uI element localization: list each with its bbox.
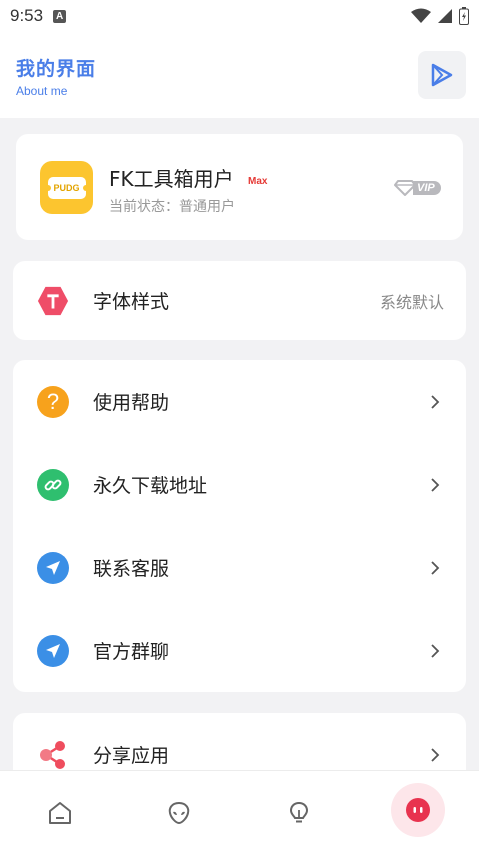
- play-store-button[interactable]: [418, 51, 466, 99]
- nav-explore[interactable]: [151, 785, 207, 841]
- alien-icon: [168, 801, 190, 825]
- send-icon: [37, 634, 69, 667]
- page-title: 我的界面: [16, 58, 97, 80]
- page-subtitle: About me: [16, 84, 68, 98]
- nav-home[interactable]: [32, 785, 88, 841]
- nav-profile[interactable]: [391, 783, 445, 837]
- menu-item-download[interactable]: 永久下载地址: [13, 443, 466, 526]
- font-icon: [37, 285, 69, 317]
- menu-item-label: 官方群聊: [93, 641, 170, 663]
- help-icon: ?: [37, 385, 69, 418]
- menu-item-group[interactable]: 官方群聊: [13, 609, 466, 692]
- menu-item-label: 分享应用: [93, 745, 170, 767]
- play-icon: [431, 63, 453, 87]
- font-style-label: 字体样式: [93, 291, 170, 313]
- profile-card[interactable]: PUDG FK工具箱用户 Max 当前状态：普通用户 VIP: [16, 134, 463, 240]
- font-style-card[interactable]: 字体样式 系统默认: [13, 261, 466, 340]
- vip-label: VIP: [413, 181, 441, 195]
- status-indicators: [411, 7, 469, 25]
- battery-icon: [459, 7, 469, 25]
- menu-item-label: 联系客服: [93, 558, 170, 580]
- menu-item-help[interactable]: ? 使用帮助: [13, 360, 466, 443]
- status-bar: 9:53 A: [0, 0, 479, 32]
- user-status: 当前状态：普通用户: [109, 199, 235, 215]
- font-style-row[interactable]: 字体样式 系统默认: [13, 261, 466, 340]
- menu-item-support[interactable]: 联系客服: [13, 526, 466, 609]
- lightbulb-icon: [289, 801, 309, 823]
- nav-ideas[interactable]: [271, 785, 327, 841]
- chevron-right-icon: [431, 747, 440, 762]
- send-icon: [37, 551, 69, 584]
- wifi-icon: [411, 8, 431, 23]
- vip-badge: VIP: [394, 179, 448, 197]
- chevron-right-icon: [431, 643, 440, 658]
- avatar: PUDG: [40, 161, 93, 214]
- user-name: FK工具箱用户: [109, 167, 234, 191]
- avatar-ticket: PUDG: [44, 176, 89, 199]
- chevron-right-icon: [431, 560, 440, 575]
- page-header: 我的界面 About me: [0, 32, 479, 118]
- bottom-navigation: [0, 770, 479, 851]
- font-style-value: 系统默认: [379, 292, 444, 312]
- link-icon: [37, 468, 69, 501]
- share-icon: [37, 739, 69, 771]
- menu-item-label: 使用帮助: [93, 392, 170, 414]
- chevron-right-icon: [431, 477, 440, 492]
- signal-icon: [438, 9, 452, 23]
- notification-icon: A: [53, 9, 67, 23]
- user-tag: Max: [248, 176, 268, 187]
- home-icon: [49, 802, 71, 824]
- chevron-right-icon: [431, 394, 440, 409]
- profile-face-icon: [406, 798, 430, 822]
- menu-item-label: 永久下载地址: [93, 475, 208, 497]
- status-time: 9:53: [10, 6, 44, 25]
- menu-card: ? 使用帮助 永久下载地址 联系客服 官方群聊: [13, 360, 466, 692]
